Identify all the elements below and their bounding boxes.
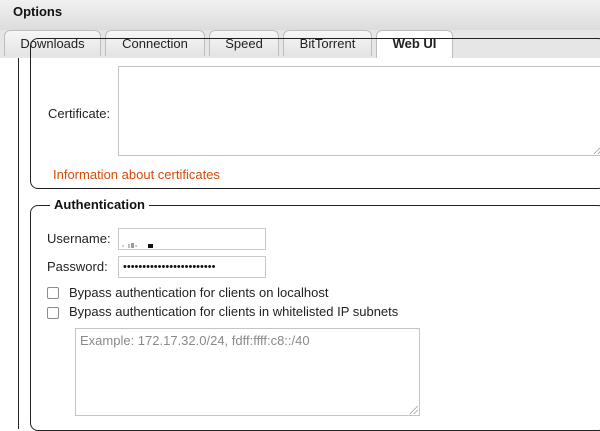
password-label: Password: <box>47 259 108 274</box>
bypass-localhost-label: Bypass authentication for clients on loc… <box>69 285 329 300</box>
resize-grip-icon[interactable] <box>410 406 418 414</box>
password-input[interactable]: •••••••••••••••••••••••• <box>118 256 266 278</box>
username-input[interactable] <box>118 228 266 250</box>
options-title-bar: Options <box>0 0 600 30</box>
web-ui-settings-panel: Certificate: Information about certifica… <box>0 38 600 431</box>
username-label: Username: <box>47 231 111 246</box>
whitelist-placeholder: Example: 172.17.32.0/24, fdff:ffff:c8::/… <box>80 333 310 348</box>
whitelist-subnets-textarea[interactable]: Example: 172.17.32.0/24, fdff:ffff:c8::/… <box>75 328 420 416</box>
redacted-username-icon <box>122 236 158 248</box>
bypass-whitelist-label: Bypass authentication for clients in whi… <box>69 304 399 319</box>
certificates-info-link[interactable]: Information about certificates <box>53 167 220 182</box>
certificate-label: Certificate: <box>48 106 111 121</box>
bypass-localhost-checkbox[interactable] <box>47 287 59 299</box>
page-left-border <box>18 58 19 429</box>
resize-grip-icon[interactable] <box>594 146 600 154</box>
certificate-textarea[interactable] <box>118 66 600 156</box>
window-title: Options <box>13 4 63 19</box>
authentication-legend: Authentication <box>50 197 149 212</box>
bypass-whitelist-checkbox[interactable] <box>47 307 59 319</box>
